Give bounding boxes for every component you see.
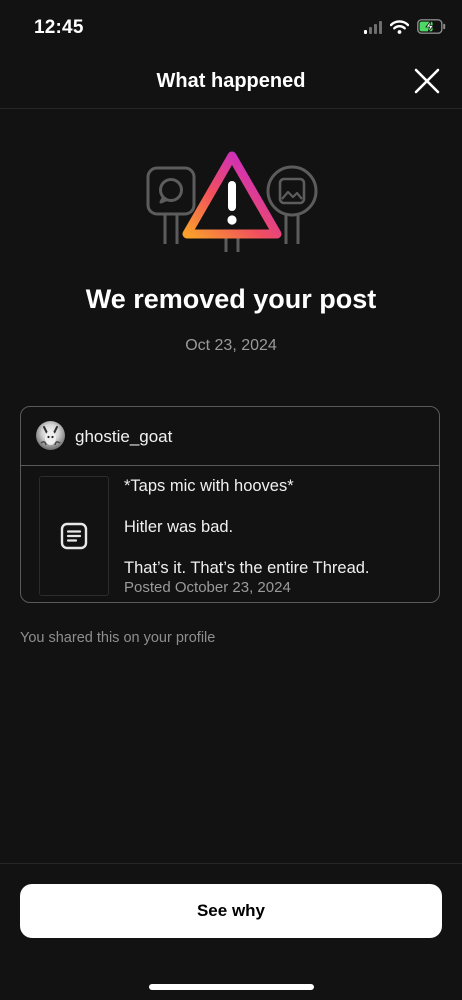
- status-icons: [364, 19, 446, 34]
- post-text: *Taps mic with hooves* Hitler was bad. T…: [124, 476, 370, 578]
- text-post-icon: [60, 522, 88, 550]
- post-posted-date: Posted October 23, 2024: [124, 579, 291, 596]
- header: What happened: [0, 58, 462, 109]
- status-bar: 12:45: [0, 0, 462, 58]
- post-text-line: *Taps mic with hooves*: [124, 477, 294, 495]
- removed-post-card[interactable]: ghostie_goat *Taps mic with hooves* Hitl…: [20, 406, 440, 603]
- battery-charging-icon: [417, 19, 446, 34]
- removed-post-illustration: [143, 148, 321, 256]
- divider: [0, 863, 462, 864]
- see-why-button[interactable]: See why: [20, 884, 442, 938]
- home-indicator: [149, 984, 314, 990]
- cellular-signal-icon: [364, 20, 382, 34]
- removal-date: Oct 23, 2024: [185, 337, 277, 354]
- status-time: 12:45: [34, 17, 84, 38]
- post-text-line: Hitler was bad.: [124, 518, 234, 536]
- wifi-icon: [390, 19, 409, 34]
- close-icon: [414, 68, 440, 94]
- post-text-line: That’s it. That’s the entire Thread.: [124, 559, 370, 577]
- post-author-row: ghostie_goat: [21, 407, 439, 466]
- close-button[interactable]: [412, 66, 442, 96]
- removal-headline: We removed your post: [85, 284, 377, 314]
- avatar: [36, 421, 65, 450]
- post-username: ghostie_goat: [75, 427, 173, 446]
- shared-note: You shared this on your profile: [20, 630, 216, 646]
- page-title: What happened: [156, 70, 306, 92]
- warning-triangle-icon: [182, 151, 282, 252]
- post-thumbnail: [39, 476, 109, 596]
